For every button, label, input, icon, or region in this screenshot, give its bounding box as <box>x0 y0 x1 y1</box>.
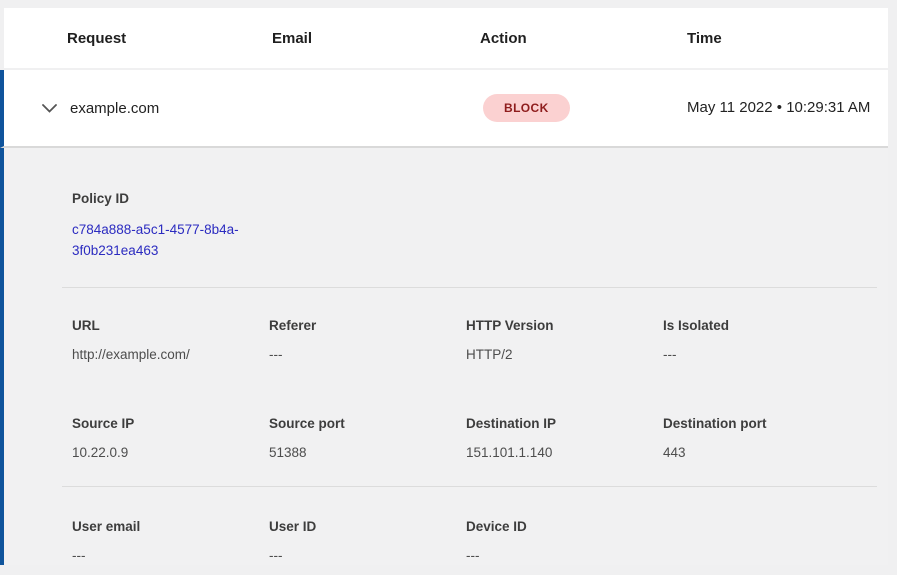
field-label: Destination IP <box>466 415 663 432</box>
divider <box>62 287 877 288</box>
field-referer: Referer --- <box>269 317 466 363</box>
field-label: HTTP Version <box>466 317 663 334</box>
detail-row-user: User email --- User ID --- Device ID --- <box>72 518 864 564</box>
field-value: HTTP/2 <box>466 346 663 363</box>
field-value: --- <box>269 346 466 363</box>
field-url: URL http://example.com/ <box>72 317 269 363</box>
table-header: Request Email Action Time <box>4 8 888 68</box>
field-destination-port: Destination port 443 <box>663 415 860 461</box>
field-label: Source IP <box>72 415 269 432</box>
action-cell: BLOCK <box>480 94 687 122</box>
log-table-row[interactable]: example.com BLOCK May 11 2022 • 10:29:31… <box>0 70 888 148</box>
field-label: Destination port <box>663 415 860 432</box>
request-cell: example.com <box>42 100 272 117</box>
field-http-version: HTTP Version HTTP/2 <box>466 317 663 363</box>
divider <box>62 486 877 487</box>
field-value: --- <box>663 346 860 363</box>
field-value: 10.22.0.9 <box>72 444 269 461</box>
field-user-email: User email --- <box>72 518 269 564</box>
column-header-request: Request <box>67 30 272 47</box>
column-header-action: Action <box>480 30 687 47</box>
field-value: http://example.com/ <box>72 346 269 363</box>
field-value: --- <box>466 547 663 564</box>
field-user-id: User ID --- <box>269 518 466 564</box>
field-label: Is Isolated <box>663 317 860 334</box>
field-value: --- <box>72 547 269 564</box>
policy-id-link[interactable]: c784a888-a5c1-4577-8b4a-3f0b231ea463 <box>72 219 267 261</box>
field-label: Source port <box>269 415 466 432</box>
field-source-ip: Source IP 10.22.0.9 <box>72 415 269 461</box>
field-destination-ip: Destination IP 151.101.1.140 <box>466 415 663 461</box>
time-cell: May 11 2022 • 10:29:31 AM <box>687 96 872 120</box>
field-label: Device ID <box>466 518 663 535</box>
policy-id-label: Policy ID <box>72 190 864 207</box>
collapse-row-button[interactable] <box>42 104 57 113</box>
field-source-port: Source port 51388 <box>269 415 466 461</box>
field-label: User ID <box>269 518 466 535</box>
field-label: User email <box>72 518 269 535</box>
field-value: 151.101.1.140 <box>466 444 663 461</box>
chevron-down-icon <box>42 104 57 113</box>
action-block-badge: BLOCK <box>483 94 570 122</box>
field-value: --- <box>269 547 466 564</box>
field-is-isolated: Is Isolated --- <box>663 317 860 363</box>
field-label: Referer <box>269 317 466 334</box>
column-header-time: Time <box>687 30 888 47</box>
field-label: URL <box>72 317 269 334</box>
column-header-email: Email <box>272 30 480 47</box>
field-value: 51388 <box>269 444 466 461</box>
row-details-panel: Policy ID c784a888-a5c1-4577-8b4a-3f0b23… <box>0 148 888 565</box>
detail-row-network: Source IP 10.22.0.9 Source port 51388 De… <box>72 415 864 461</box>
request-domain: example.com <box>70 100 159 117</box>
field-device-id: Device ID --- <box>466 518 663 564</box>
detail-row-http: URL http://example.com/ Referer --- HTTP… <box>72 317 864 363</box>
field-value: 443 <box>663 444 860 461</box>
